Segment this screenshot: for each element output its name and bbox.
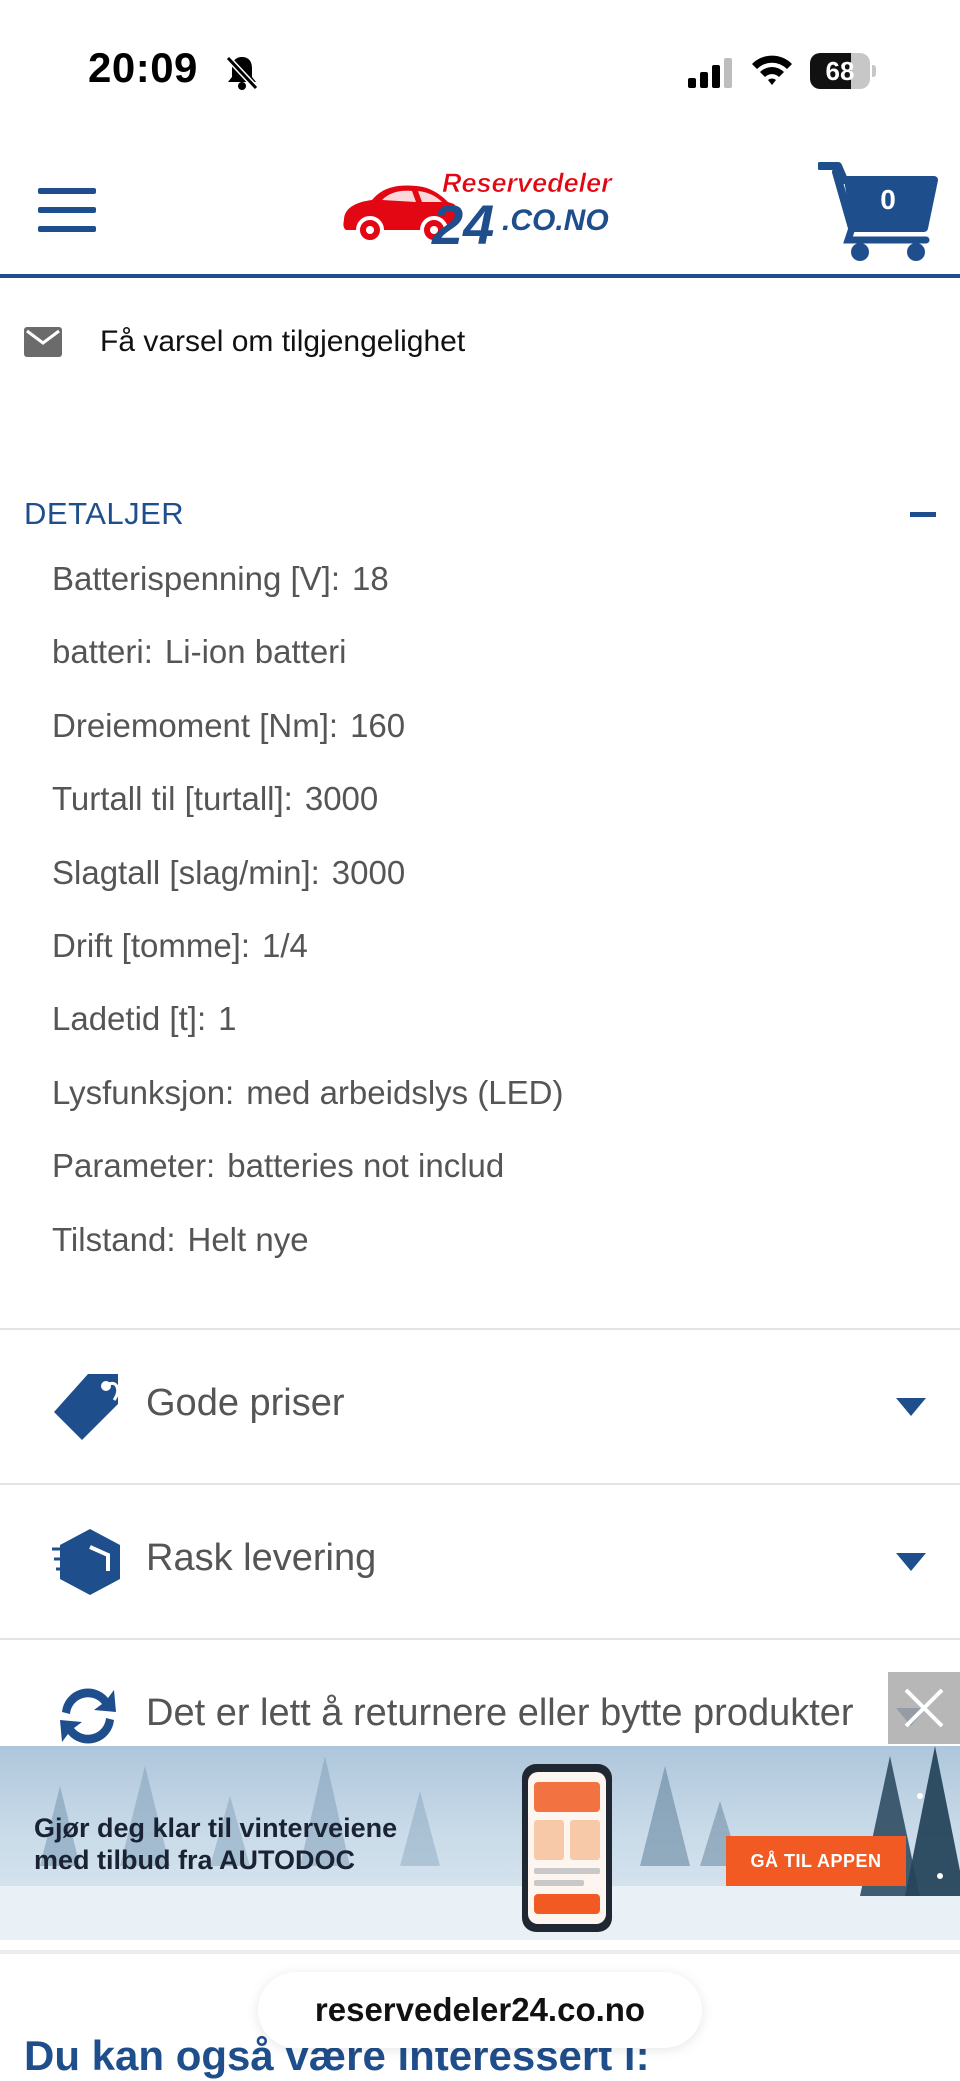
benefit-good-prices[interactable]: Gode priser bbox=[0, 1330, 960, 1484]
detail-label: Dreiemoment [Nm]: bbox=[52, 706, 339, 744]
detail-label: batteri: bbox=[52, 633, 153, 671]
ad-headline: Gjør deg klar til vinterveiene med tilbu… bbox=[34, 1812, 397, 1876]
detail-label: Drift [tomme]: bbox=[52, 926, 251, 964]
detail-row: Drift [tomme]: 1/4 bbox=[52, 927, 932, 1000]
battery-level: 68 bbox=[825, 56, 855, 86]
detail-label: Turtall til [turtall]: bbox=[52, 780, 293, 818]
site-header: Reservedeler 24 .CO.NO 0 bbox=[0, 140, 960, 278]
detail-row: Parameter: batteries not includ bbox=[52, 1147, 932, 1220]
close-icon bbox=[904, 1688, 944, 1728]
detail-value: 3000 bbox=[304, 780, 379, 818]
detail-row: Lysfunksjon: med arbeidslys (LED) bbox=[52, 1074, 932, 1147]
detail-label: Lysfunksjon: bbox=[52, 1073, 235, 1111]
benefit-fast-delivery[interactable]: Rask levering bbox=[0, 1485, 960, 1639]
detail-row: Slagtall [slag/min]: 3000 bbox=[52, 854, 932, 927]
mail-icon bbox=[24, 327, 62, 357]
ad-line-1: Gjør deg klar til vinterveiene bbox=[34, 1813, 398, 1843]
detail-row: Ladetid [t]: 1 bbox=[52, 1000, 932, 1073]
status-time: 20:09 bbox=[88, 44, 198, 91]
phone-app-illustration bbox=[522, 1764, 612, 1932]
close-ad-button[interactable] bbox=[888, 1672, 960, 1744]
detail-value: 3000 bbox=[331, 853, 406, 891]
detail-value: 1/4 bbox=[262, 926, 308, 964]
details-accordion-header[interactable]: DETALJER bbox=[24, 490, 936, 540]
details-list: Batterispenning [V]: 18 batteri: Li-ion ba… bbox=[52, 560, 932, 1294]
detail-label: Slagtall [slag/min]: bbox=[52, 853, 320, 891]
chevron-down-icon[interactable] bbox=[896, 1553, 926, 1571]
benefit-easy-returns[interactable]: Det er lett å returnere eller bytte prod… bbox=[0, 1640, 960, 1746]
benefit-label: Rask levering bbox=[146, 1537, 377, 1579]
detail-row: Tilstand: Helt nye bbox=[52, 1221, 932, 1294]
detail-value: 18 bbox=[352, 560, 389, 597]
browser-url-bar[interactable]: reservedeler24.co.no bbox=[258, 1972, 702, 2048]
detail-label: Tilstand: bbox=[52, 1220, 176, 1258]
details-title: DETALJER bbox=[24, 496, 185, 531]
ad-banner[interactable]: Gjør deg klar til vinterveiene med tilbu… bbox=[0, 1746, 960, 1940]
benefit-label: Gode priser bbox=[146, 1382, 345, 1424]
battery-icon: 68 bbox=[810, 53, 876, 89]
collapse-minus-icon[interactable] bbox=[910, 512, 936, 517]
detail-row: Batterispenning [V]: 18 bbox=[52, 560, 932, 633]
benefit-label: Det er lett å returnere eller bytte prod… bbox=[146, 1692, 854, 1734]
fast-delivery-icon bbox=[52, 1529, 120, 1595]
logo-text-domain: .CO.NO bbox=[502, 204, 609, 237]
detail-row: Turtall til [turtall]: 3000 bbox=[52, 780, 932, 853]
detail-row: Dreiemoment [Nm]: 160 bbox=[52, 707, 932, 780]
divider bbox=[0, 1950, 960, 1954]
chevron-down-icon[interactable] bbox=[896, 1398, 926, 1416]
page: 20:09 68 Reservedeler 24 .CO.NO 0 Få var… bbox=[0, 0, 960, 2081]
detail-label: Ladetid [t]: bbox=[52, 1000, 207, 1038]
detail-value: med arbeidslys (LED) bbox=[246, 1073, 564, 1111]
notify-label: Få varsel om tilgjengelighet bbox=[100, 325, 466, 358]
detail-row: batteri: Li-ion batteri bbox=[52, 633, 932, 706]
status-bar: 20:09 68 bbox=[0, 0, 960, 140]
hamburger-menu-icon[interactable] bbox=[38, 188, 96, 232]
notify-availability-link[interactable]: Få varsel om tilgjengelighet bbox=[24, 318, 465, 366]
cellular-signal-icon bbox=[688, 58, 732, 88]
cart-count-badge: 0 bbox=[880, 184, 896, 215]
detail-value: batteries not includ bbox=[227, 1147, 505, 1185]
detail-value: Helt nye bbox=[187, 1220, 309, 1258]
price-tag-icon bbox=[54, 1374, 120, 1440]
go-to-app-button[interactable]: GÅ TIL APPEN bbox=[726, 1836, 906, 1886]
detail-value: 1 bbox=[218, 1000, 237, 1038]
detail-label: Batterispenning [V]: bbox=[52, 560, 341, 597]
site-logo[interactable]: Reservedeler 24 .CO.NO bbox=[338, 158, 618, 258]
bell-slash-icon bbox=[225, 55, 259, 91]
detail-value: 160 bbox=[350, 706, 406, 744]
wifi-icon bbox=[752, 55, 792, 85]
logo-text-main: 24 bbox=[431, 193, 494, 256]
detail-value: Li-ion batteri bbox=[164, 633, 347, 671]
ad-line-2: med tilbud fra AUTODOC bbox=[34, 1845, 356, 1875]
return-exchange-icon bbox=[60, 1688, 116, 1744]
detail-label: Parameter: bbox=[52, 1147, 216, 1185]
